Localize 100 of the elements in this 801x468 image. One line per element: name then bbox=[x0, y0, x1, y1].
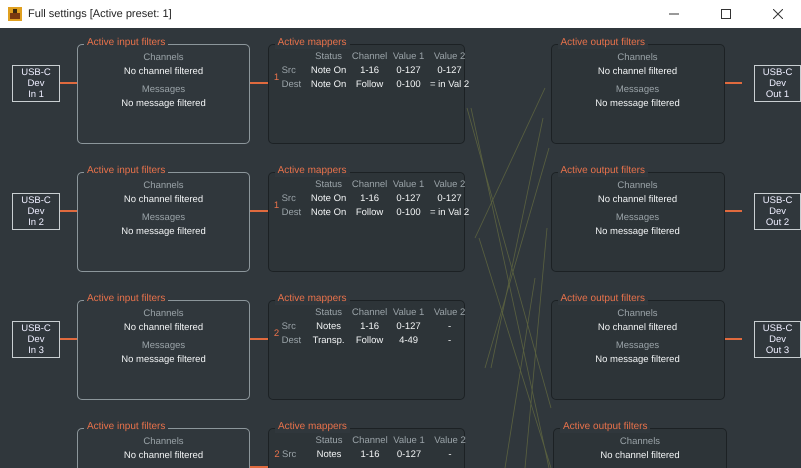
channels-value: No channel filtered bbox=[124, 322, 204, 333]
table-cell-text: Note On bbox=[310, 65, 348, 76]
table-cell-text: 0-100 bbox=[395, 207, 422, 218]
device-box[interactable]: USB-C Dev In 3 bbox=[12, 321, 60, 358]
table-cell-text: 0-127 bbox=[436, 193, 463, 204]
table-cell-text: Follow bbox=[354, 335, 384, 346]
messages-label: Messages bbox=[616, 212, 660, 223]
messages-value: No message filtered bbox=[595, 226, 680, 237]
row-label: Src bbox=[282, 321, 297, 332]
table-cell-text: 0-100 bbox=[395, 79, 422, 90]
table-cell-text: Transp. bbox=[312, 335, 346, 346]
panel-title: Active output filters bbox=[558, 37, 648, 49]
window-title: Full settings [Active preset: 1] bbox=[28, 8, 172, 20]
channels-value: No channel filtered bbox=[598, 66, 678, 77]
device-box[interactable]: USB-C Dev Out 1 bbox=[754, 65, 801, 102]
messages-value: No message filtered bbox=[595, 98, 680, 109]
device-box[interactable]: USB-C Dev Out 2 bbox=[754, 193, 801, 230]
maximize-icon bbox=[721, 9, 731, 19]
channels-value: No channel filtered bbox=[124, 66, 204, 77]
table-cell-text: 1-16 bbox=[359, 321, 380, 332]
table-cell-text: Notes bbox=[316, 449, 342, 460]
column-header: Value 2 bbox=[433, 435, 467, 446]
device-box[interactable]: USB-C Dev In 1 bbox=[12, 65, 60, 102]
column-header: Status bbox=[314, 51, 344, 62]
row-label: Dest bbox=[282, 207, 302, 218]
messages-label: Messages bbox=[142, 84, 186, 95]
channels-label: Channels bbox=[617, 52, 658, 63]
column-header: Channel bbox=[350, 51, 388, 62]
panel-title: Active output filters bbox=[558, 293, 648, 305]
messages-label: Messages bbox=[616, 340, 660, 351]
table-cell-text: - bbox=[446, 321, 452, 332]
table-cell-text: 0-127 bbox=[395, 65, 422, 76]
table-cell-text: 1-16 bbox=[359, 65, 380, 76]
row-label: Src bbox=[282, 65, 297, 76]
panel-title: Active input filters bbox=[84, 293, 168, 305]
row-label: Src bbox=[282, 193, 297, 204]
column-header: Value 2 bbox=[432, 307, 466, 318]
channels-label: Channels bbox=[143, 308, 184, 319]
close-icon bbox=[773, 9, 783, 19]
channels-value: No channel filtered bbox=[124, 450, 204, 461]
table-cell-text: 0-127 bbox=[436, 65, 463, 76]
device-box[interactable]: USB-C Dev In 2 bbox=[12, 193, 60, 230]
table-cell-text: - bbox=[446, 335, 452, 346]
channels-label: Channels bbox=[620, 436, 660, 447]
messages-value: No message filtered bbox=[121, 226, 206, 237]
table-cell-text: Note On bbox=[310, 193, 348, 204]
mapper-index: 1 bbox=[272, 72, 280, 83]
messages-value: No message filtered bbox=[121, 354, 206, 365]
messages-value: No message filtered bbox=[595, 354, 680, 365]
panel-title: Active mappers bbox=[274, 293, 350, 305]
channels-value: No channel filtered bbox=[124, 194, 204, 205]
messages-label: Messages bbox=[616, 84, 660, 95]
table-cell-text: 0-127 bbox=[396, 449, 422, 460]
panel-title: Active mappers bbox=[274, 37, 350, 49]
panel-title: Active output filters bbox=[558, 165, 648, 177]
row-label: Dest bbox=[282, 79, 302, 90]
row-label: Dest bbox=[282, 335, 302, 346]
table-cell-text: 4-49 bbox=[398, 335, 420, 346]
channels-label: Channels bbox=[143, 436, 184, 447]
table-cell-text: Notes bbox=[315, 321, 342, 332]
mapper-index: 1 bbox=[272, 200, 280, 211]
channels-label: Channels bbox=[617, 308, 658, 319]
column-header: Value 1 bbox=[392, 307, 426, 318]
mapper-index: 2 bbox=[272, 328, 280, 339]
table-cell-text: 1-16 bbox=[359, 193, 380, 204]
table-cell-text: Note On bbox=[310, 79, 348, 90]
column-header: Value 2 bbox=[432, 179, 466, 190]
table-cell-text: 1-16 bbox=[359, 449, 380, 460]
column-header: Value 2 bbox=[432, 51, 466, 62]
panel-title: Active mappers bbox=[275, 421, 350, 433]
panel-title: Active mappers bbox=[274, 165, 350, 177]
column-header: Value 1 bbox=[392, 179, 426, 190]
messages-label: Messages bbox=[142, 212, 186, 223]
table-cell-text: = in Val 2 bbox=[428, 207, 470, 218]
column-header: Value 1 bbox=[392, 435, 426, 446]
channels-value: No channel filtered bbox=[598, 194, 678, 205]
column-header: Status bbox=[314, 307, 344, 318]
panel-title: Active input filters bbox=[84, 165, 168, 177]
column-header: Channel bbox=[350, 179, 388, 190]
table-cell-text: = in Val 2 bbox=[428, 79, 470, 90]
channels-label: Channels bbox=[617, 180, 658, 191]
panel-title: Active input filters bbox=[84, 421, 168, 433]
table-cell-text: Follow bbox=[354, 207, 384, 218]
panel-title: Active input filters bbox=[84, 37, 168, 49]
device-box[interactable]: USB-C Dev Out 3 bbox=[754, 321, 801, 358]
channels-label: Channels bbox=[143, 180, 184, 191]
panel-title: Active output filters bbox=[560, 421, 650, 433]
messages-value: No message filtered bbox=[121, 98, 206, 109]
channels-label: Channels bbox=[143, 52, 184, 63]
column-header: Channel bbox=[351, 435, 389, 446]
row-label: Src bbox=[282, 449, 298, 460]
mapper-index: 2 bbox=[273, 449, 281, 460]
table-cell-text: Follow bbox=[354, 79, 384, 90]
table-cell-text: 0-127 bbox=[395, 321, 422, 332]
messages-label: Messages bbox=[142, 340, 186, 351]
table-cell-text: Note On bbox=[310, 207, 348, 218]
app-icon bbox=[8, 7, 22, 21]
channels-value: No channel filtered bbox=[598, 322, 678, 333]
column-header: Status bbox=[314, 435, 344, 446]
column-header: Value 1 bbox=[392, 51, 426, 62]
